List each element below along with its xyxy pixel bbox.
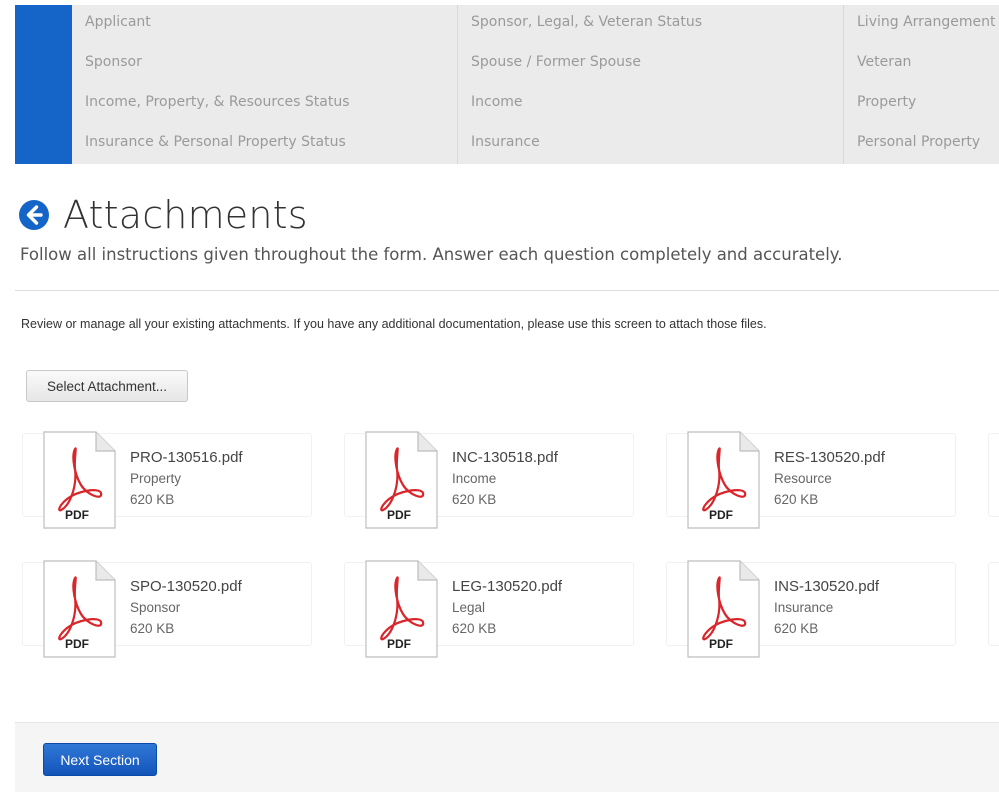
attachment-file-name[interactable]: INC-130518.pdf (452, 449, 558, 466)
header-divider (15, 290, 999, 291)
attachment-category: Resource (774, 471, 832, 486)
attachment-file-name[interactable]: SPO-130520.pdf (130, 578, 242, 595)
nav-item-spouse-former-spouse[interactable]: Spouse / Former Spouse (458, 45, 843, 85)
nav-item-applicant[interactable]: Applicant (72, 5, 458, 45)
attachment-file-name[interactable]: INS-130520.pdf (774, 578, 879, 595)
attachment-card[interactable]: PDF PRO-130516.pdf Property 620 KB (22, 431, 312, 529)
nav-column-1: Applicant Sponsor Income, Property, & Re… (72, 5, 458, 164)
nav-item-income-property-resources-status[interactable]: Income, Property, & Resources Status (72, 85, 458, 125)
form-footer: Next Section (15, 722, 999, 792)
pdf-file-icon: PDF (43, 431, 116, 529)
attachment-card[interactable]: PDF RES-130520.pdf Resource 620 KB (666, 431, 956, 529)
nav-item-personal-property[interactable]: Personal Property (844, 125, 999, 165)
pdf-badge: PDF (387, 508, 411, 522)
attachment-category: Legal (452, 600, 486, 615)
attachment-size: 620 KB (452, 621, 497, 636)
pdf-badge: PDF (65, 508, 89, 522)
attachment-card-partial (988, 433, 999, 517)
next-section-button[interactable]: Next Section (43, 743, 157, 776)
attachment-file-name[interactable]: PRO-130516.pdf (130, 449, 243, 466)
pdf-file-icon: PDF (365, 431, 438, 529)
attachment-card[interactable]: PDF INS-130520.pdf Insurance 620 KB (666, 560, 956, 658)
attachment-size: 620 KB (130, 492, 175, 507)
attachment-category: Insurance (774, 600, 834, 615)
nav-item-sponsor[interactable]: Sponsor (72, 45, 458, 85)
attachment-file-name[interactable]: RES-130520.pdf (774, 449, 885, 466)
attachment-category: Income (452, 471, 497, 486)
pdf-file-icon: PDF (365, 560, 438, 658)
nav-item-income[interactable]: Income (458, 85, 843, 125)
page-subtitle: Follow all instructions given throughout… (20, 245, 843, 264)
nav-column-3: Living Arrangement Veteran Property Pers… (843, 5, 999, 164)
attachment-card[interactable]: PDF SPO-130520.pdf Sponsor 620 KB (22, 560, 312, 658)
arrow-left-circle-icon[interactable] (18, 199, 50, 231)
attachment-size: 620 KB (774, 492, 819, 507)
pdf-file-icon: PDF (43, 560, 116, 658)
nav-item-property[interactable]: Property (844, 85, 999, 125)
attachment-instructions: Review or manage all your existing attac… (21, 317, 767, 331)
nav-accent-bar (15, 5, 72, 164)
attachment-category: Property (130, 471, 182, 486)
nav-item-insurance-personal-property-status[interactable]: Insurance & Personal Property Status (72, 125, 458, 165)
attachment-card[interactable]: PDF INC-130518.pdf Income 620 KB (344, 431, 634, 529)
attachment-category: Sponsor (130, 600, 181, 615)
nav-column-2: Sponsor, Legal, & Veteran Status Spouse … (457, 5, 843, 164)
pdf-badge: PDF (709, 508, 733, 522)
pdf-badge: PDF (709, 637, 733, 651)
pdf-badge: PDF (387, 637, 411, 651)
pdf-file-icon: PDF (687, 431, 760, 529)
attachment-card-partial (988, 562, 999, 646)
pdf-file-icon: PDF (687, 560, 760, 658)
nav-item-living-arrangement[interactable]: Living Arrangement (844, 5, 999, 45)
page-title: Attachments (63, 193, 308, 237)
attachment-size: 620 KB (774, 621, 819, 636)
attachment-size: 620 KB (130, 621, 175, 636)
page-header: Attachments (18, 190, 308, 240)
nav-item-sponsor-legal-veteran-status[interactable]: Sponsor, Legal, & Veteran Status (458, 5, 843, 45)
attachment-card[interactable]: PDF LEG-130520.pdf Legal 620 KB (344, 560, 634, 658)
attachment-file-name[interactable]: LEG-130520.pdf (452, 578, 562, 595)
nav-item-insurance[interactable]: Insurance (458, 125, 843, 165)
select-attachment-button[interactable]: Select Attachment... (26, 370, 188, 402)
attachment-size: 620 KB (452, 492, 497, 507)
nav-item-veteran[interactable]: Veteran (844, 45, 999, 85)
form-section-nav: Applicant Sponsor Income, Property, & Re… (15, 5, 999, 164)
pdf-badge: PDF (65, 637, 89, 651)
